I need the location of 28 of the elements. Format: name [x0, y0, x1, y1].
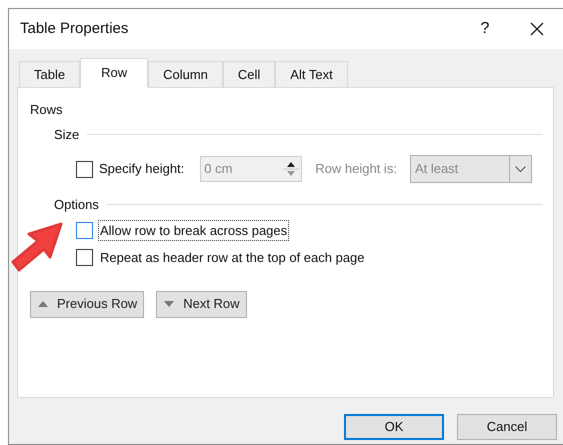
checkbox-label[interactable]: Allow row to break across pages	[98, 220, 290, 241]
dropdown-value: At least	[414, 160, 460, 178]
checkbox[interactable]	[76, 222, 93, 239]
pointer-arrow-drawing	[9, 222, 63, 272]
group-heading: Options	[54, 196, 99, 214]
checkbox[interactable]	[76, 160, 93, 178]
window-title: Table Properties	[20, 18, 128, 39]
checkbox-label[interactable]: Repeat as header row at the top of each page	[98, 247, 367, 268]
triangle-down-icon	[163, 299, 176, 309]
close-icon	[530, 22, 544, 36]
checkbox[interactable]	[76, 249, 93, 266]
tab[interactable]: Column	[148, 61, 223, 87]
dialog-button[interactable]: OK	[344, 414, 444, 440]
group-heading: Size	[54, 126, 80, 144]
row-height-label: Row height is:	[315, 160, 397, 178]
nav-button[interactable]: Next Row	[156, 290, 247, 318]
tab[interactable]: Alt Text	[275, 61, 348, 87]
field-value: 0 cm	[203, 160, 234, 178]
tab[interactable]: Row	[80, 58, 148, 88]
tab[interactable]: Cell	[222, 61, 276, 87]
section-title: Rows	[30, 101, 64, 119]
help-button[interactable]: ?	[470, 14, 500, 44]
triangle-up-icon	[37, 299, 49, 309]
chevron-down-icon	[514, 166, 526, 172]
dialog-button[interactable]: Cancel	[457, 414, 557, 440]
tab[interactable]: Table	[19, 61, 80, 87]
nav-button[interactable]: Previous Row	[30, 290, 144, 318]
checkbox-label[interactable]: Specify height:	[99, 159, 184, 179]
